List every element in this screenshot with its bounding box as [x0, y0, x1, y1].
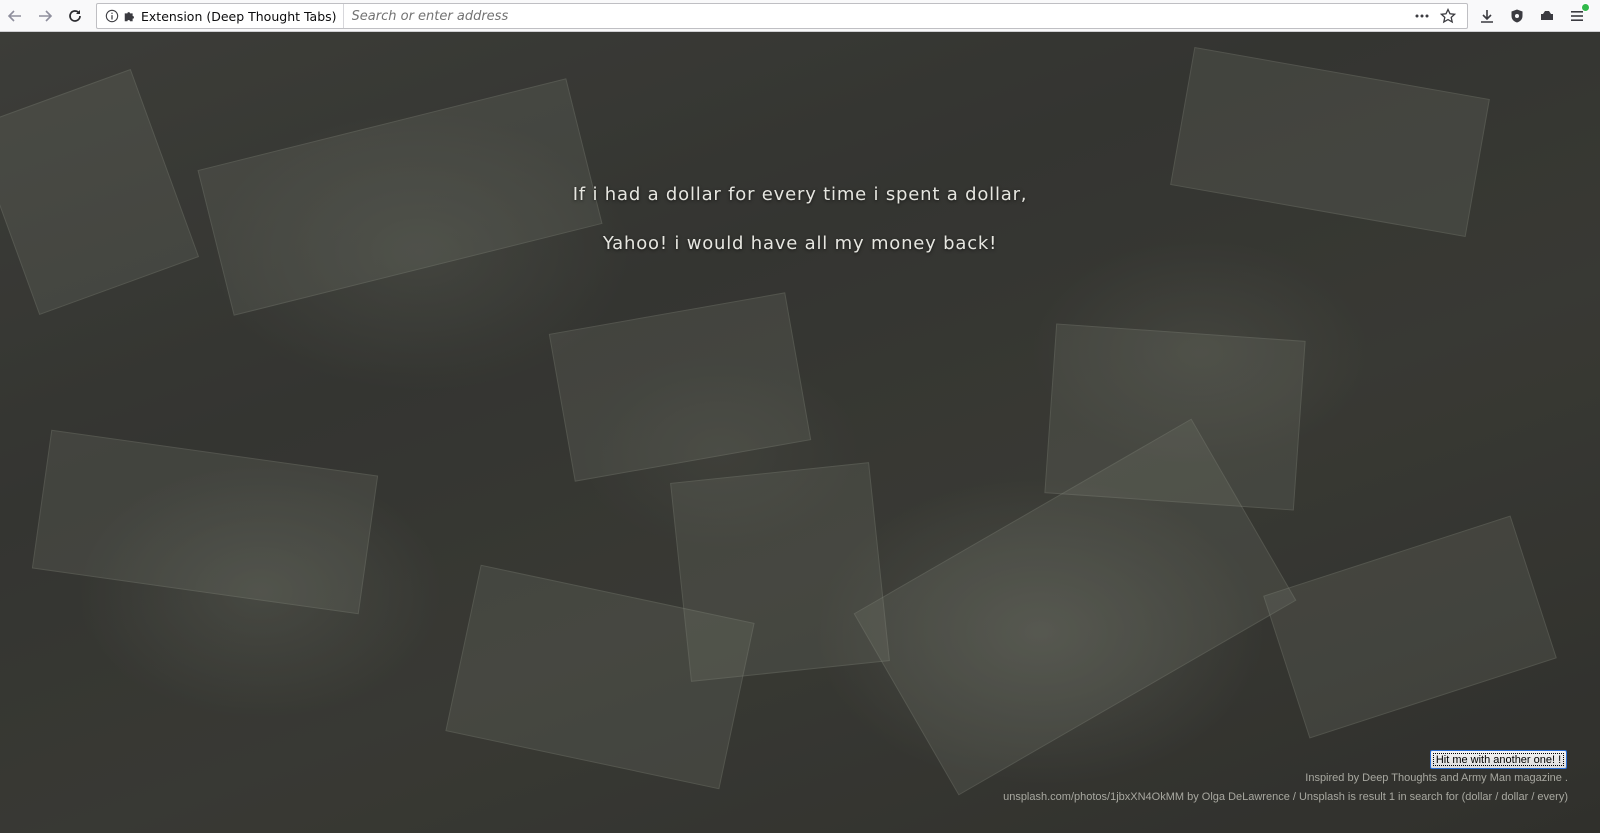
hit-me-another-button[interactable]: Hit me with another one! ! — [1430, 750, 1567, 769]
quote-line-1: If i had a dollar for every time i spent… — [572, 184, 1028, 205]
forward-arrow-icon[interactable] — [30, 1, 60, 31]
dark-overlay — [0, 32, 1600, 833]
photo-credit-link[interactable]: unsplash.com/photos/1jbxXN4OkMM by Olga … — [1003, 791, 1568, 803]
inspiration-credit: Inspired by Deep Thoughts and Army Man m… — [1305, 772, 1568, 784]
sidebar-icon[interactable] — [1532, 1, 1562, 31]
new-tab-page: If i had a dollar for every time i spent… — [0, 32, 1600, 833]
more-dots-icon[interactable] — [1409, 4, 1435, 28]
reload-icon[interactable] — [60, 1, 90, 31]
puzzle-extension-icon — [123, 9, 137, 23]
download-icon[interactable] — [1472, 1, 1502, 31]
back-arrow-icon[interactable] — [0, 1, 30, 31]
menu-icon[interactable] — [1562, 1, 1592, 31]
shield-extension-icon[interactable] — [1502, 1, 1532, 31]
update-badge — [1581, 3, 1590, 12]
info-icon[interactable] — [105, 9, 119, 23]
bookmark-star-icon[interactable] — [1435, 4, 1461, 28]
url-bar[interactable]: Extension (Deep Thought Tabs) — [96, 3, 1468, 29]
browser-toolbar: Extension (Deep Thought Tabs) — [0, 0, 1600, 32]
quote-line-2: Yahoo! i would have all my money back! — [602, 233, 998, 254]
identity-label: Extension (Deep Thought Tabs) — [141, 8, 337, 24]
site-identity[interactable]: Extension (Deep Thought Tabs) — [97, 4, 344, 28]
address-input[interactable] — [343, 4, 1409, 28]
